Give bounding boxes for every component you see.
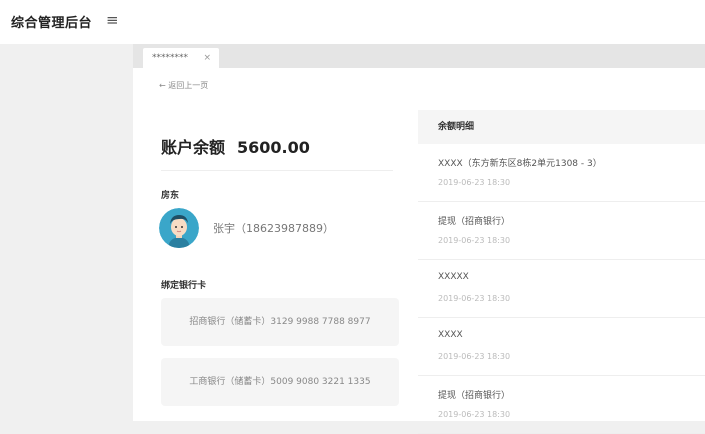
tab-bar: ******** × [133, 44, 705, 68]
balance-label: 账户余额 [161, 138, 226, 157]
record-time: 2019-06-23 18:30 [438, 294, 511, 303]
balance-detail-panel: 余额明细 XXXX（东方新东区8栋2单元1308 - 3） 2019-06-23… [418, 110, 705, 434]
record-title: 提现（招商银行） [438, 391, 511, 401]
list-item[interactable]: 提现（招商银行） 2019-06-23 18:30 [418, 202, 705, 260]
bound-cards-label: 绑定银行卡 [161, 281, 207, 291]
record-time: 2019-06-23 18:30 [438, 352, 511, 361]
sidebar [0, 44, 133, 421]
owner-name: 张宇（18623987889） [213, 222, 334, 235]
owner-label: 房东 [161, 191, 180, 201]
menu-icon[interactable]: ≡ [106, 11, 119, 29]
list-item[interactable]: 提现（招商银行） 2019-06-23 18:30 [418, 376, 705, 434]
balance-detail-header: 余额明细 [418, 110, 705, 144]
top-bar: 综合管理后台 ≡ [0, 0, 705, 44]
list-item[interactable]: XXXXX 2019-06-23 18:30 [418, 260, 705, 318]
record-title: 提现（招商银行） [438, 217, 511, 227]
list-item[interactable]: XXXX（东方新东区8栋2单元1308 - 3） 2019-06-23 18:3… [418, 144, 705, 202]
record-time: 2019-06-23 18:30 [438, 178, 511, 187]
tab-account[interactable]: ******** × [143, 48, 219, 68]
avatar-icon [159, 208, 199, 248]
app-title: 综合管理后台 [11, 16, 93, 31]
balance-value: 5600.00 [237, 138, 310, 157]
avatar [159, 208, 199, 248]
list-item[interactable]: XXXX 2019-06-23 18:30 [418, 318, 705, 376]
divider [161, 170, 393, 171]
back-link[interactable]: ← 返回上一页 [159, 80, 208, 91]
tab-label: ******** [152, 53, 188, 63]
close-icon[interactable]: × [203, 48, 211, 68]
bank-card[interactable]: 招商银行（储蓄卡）3129 9988 7788 8977 [161, 298, 399, 346]
record-title: XXXXX [438, 272, 469, 282]
content-panel: ← 返回上一页 账户余额 5600.00 房东 张宇（18623987889） 绑… [133, 68, 705, 434]
account-balance: 账户余额 5600.00 [161, 134, 310, 158]
record-time: 2019-06-23 18:30 [438, 236, 511, 245]
record-title: XXXX [438, 330, 463, 340]
record-title: XXXX（东方新东区8栋2单元1308 - 3） [438, 159, 602, 169]
record-time: 2019-06-23 18:30 [438, 410, 511, 419]
bank-card[interactable]: 工商银行（储蓄卡）5009 9080 3221 1335 [161, 358, 399, 406]
